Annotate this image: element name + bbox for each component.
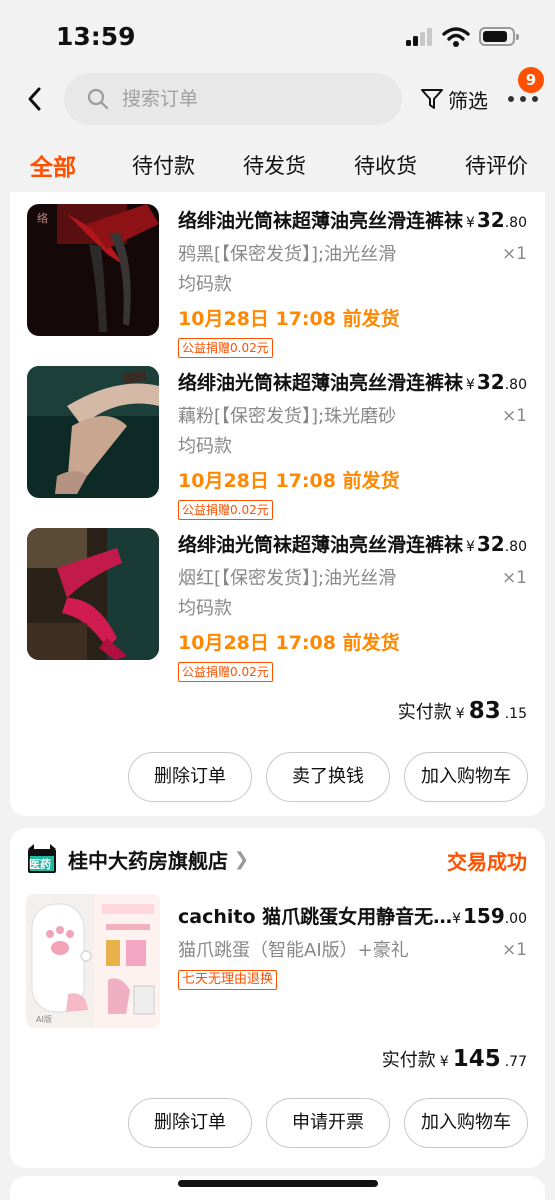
svg-text:络: 络: [37, 211, 48, 225]
delete-order-button[interactable]: 删除订单: [128, 1098, 252, 1148]
order-card: 医药 桂中大药房旗舰店 ❯ 交易成功 AI版 cachito 猫爪跳蛋女用静音无…: [10, 828, 545, 1168]
status-time: 13:59: [56, 22, 136, 51]
product-quantity: ×1: [501, 940, 527, 960]
paid-amount: 实付款 ¥83.15: [397, 698, 527, 724]
product-title[interactable]: 络绯油光筒袜超薄油亮丝滑连裤袜: [178, 530, 468, 557]
product-title[interactable]: 络绯油光筒袜超薄油亮丝滑连裤袜: [178, 206, 468, 233]
add-to-cart-button[interactable]: 加入购物车: [404, 752, 528, 802]
order-item[interactable]: AI版 cachito 猫爪跳蛋女用静音无线遥控 ¥159.00 猫爪跳蛋（智能…: [10, 888, 545, 1038]
charity-tag: 公益捐赠0.02元: [178, 662, 273, 682]
return-policy-tag: 七天无理由退换: [178, 970, 278, 990]
tab-pending-review[interactable]: 待评价: [465, 150, 528, 180]
product-price: ¥159.00: [452, 904, 527, 928]
wifi-icon: [442, 27, 470, 47]
ship-deadline: 10月28日 17:08 前发货: [178, 632, 400, 654]
home-indicator[interactable]: [178, 1180, 378, 1187]
back-icon[interactable]: [22, 84, 48, 114]
funnel-icon: [421, 89, 443, 109]
product-quantity: ×1: [501, 406, 527, 426]
svg-text:AI版: AI版: [36, 1014, 52, 1024]
search-icon: [87, 88, 109, 110]
order-card: 络 络绯油光筒袜超薄油亮丝滑连裤袜 ¥32.80 鸦黑[【保密发货】];油光丝滑…: [10, 192, 545, 816]
order-tabs: 全部 待付款 待发货 待收货 待评价: [0, 140, 555, 190]
add-to-cart-button[interactable]: 加入购物车: [404, 1098, 528, 1148]
product-image[interactable]: [27, 366, 159, 498]
order-item[interactable]: 络 络绯油光筒袜超薄油亮丝滑连裤袜 ¥32.80 鸦黑[【保密发货】];油光丝滑…: [10, 192, 545, 358]
filter-label: 筛选: [448, 88, 488, 113]
cellular-signal-icon: [406, 28, 434, 46]
tab-pending-shipment[interactable]: 待发货: [243, 150, 306, 180]
order-item[interactable]: 络绯油光筒袜超薄油亮丝滑连裤袜 ¥32.80 藕粉[【保密发货】];珠光磨砂 均码…: [10, 354, 545, 520]
request-invoice-button[interactable]: 申请开票: [266, 1098, 390, 1148]
product-sku: 猫爪跳蛋（智能AI版）+豪礼: [178, 940, 409, 961]
tab-all[interactable]: 全部: [30, 148, 76, 182]
shop-header[interactable]: 医药 桂中大药房旗舰店 ❯: [26, 842, 249, 876]
product-image[interactable]: AI版: [26, 894, 160, 1028]
order-status: 交易成功: [447, 850, 527, 874]
product-price: ¥32.80: [465, 370, 527, 394]
delete-order-button[interactable]: 删除订单: [128, 752, 252, 802]
product-title[interactable]: cachito 猫爪跳蛋女用静音无线遥控: [178, 902, 456, 929]
paid-amount: 实付款 ¥145.77: [381, 1046, 527, 1072]
chevron-right-icon: ❯: [234, 848, 250, 870]
product-sku: 藕粉[【保密发货】];珠光磨砂 均码款: [178, 406, 397, 457]
status-bar: 13:59: [0, 0, 555, 70]
tab-pending-receipt[interactable]: 待收货: [354, 150, 417, 180]
filter-button[interactable]: 筛选: [420, 84, 488, 114]
product-image[interactable]: [27, 528, 159, 660]
battery-icon: [479, 27, 519, 46]
more-dots-icon: [508, 96, 514, 102]
notification-badge: 9: [518, 67, 544, 93]
product-sku: 鸦黑[【保密发货】];油光丝滑 均码款: [178, 244, 397, 295]
ship-deadline: 10月28日 17:08 前发货: [178, 308, 400, 330]
product-quantity: ×1: [501, 244, 527, 264]
product-title[interactable]: 络绯油光筒袜超薄油亮丝滑连裤袜: [178, 368, 468, 395]
shop-name[interactable]: 桂中大药房旗舰店: [68, 845, 228, 874]
product-price: ¥32.80: [465, 208, 527, 232]
ship-deadline: 10月28日 17:08 前发货: [178, 470, 400, 492]
shop-logo-icon: 医药: [26, 843, 58, 875]
product-image[interactable]: 络: [27, 204, 159, 336]
order-search-bar[interactable]: [64, 73, 402, 125]
order-item[interactable]: 络绯油光筒袜超薄油亮丝滑连裤袜 ¥32.80 烟红[【保密发货】];油光丝滑 均码…: [10, 516, 545, 682]
resell-button[interactable]: 卖了换钱: [266, 752, 390, 802]
product-sku: 烟红[【保密发货】];油光丝滑 均码款: [178, 568, 397, 619]
search-input[interactable]: [122, 83, 382, 115]
product-quantity: ×1: [501, 568, 527, 588]
product-price: ¥32.80: [465, 532, 527, 556]
tab-pending-payment[interactable]: 待付款: [132, 150, 195, 180]
